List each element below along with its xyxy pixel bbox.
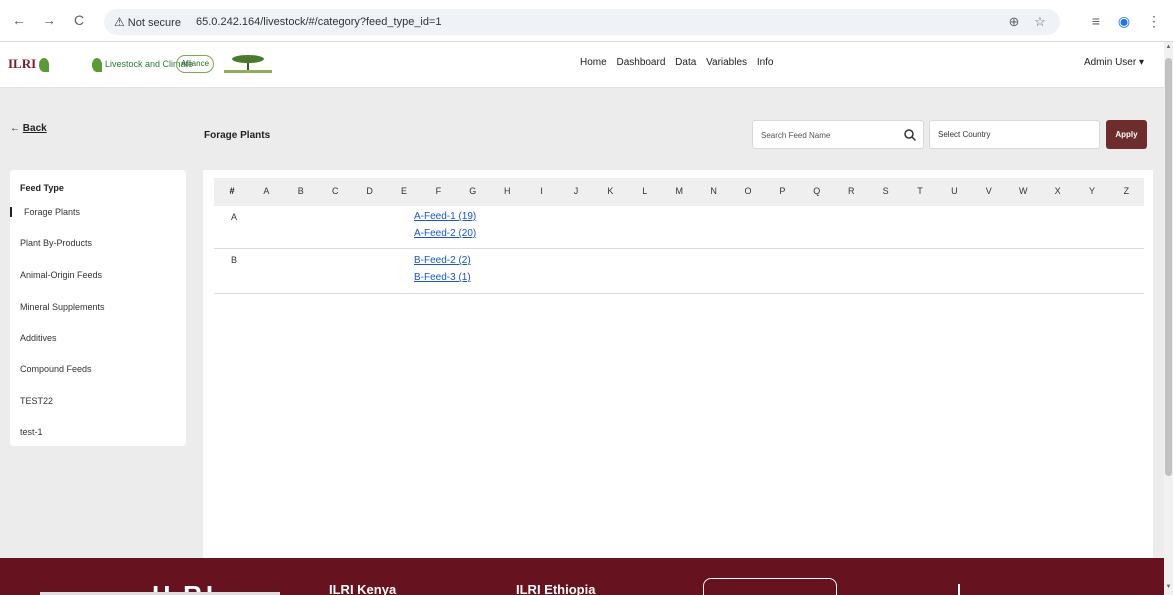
alpha-filter-w[interactable]: W: [1015, 186, 1031, 196]
scroll-down-icon[interactable]: ▼: [1164, 584, 1173, 593]
alpha-filter-k[interactable]: K: [602, 186, 618, 196]
alpha-filter-l[interactable]: L: [637, 186, 653, 196]
search-icon[interactable]: [903, 128, 917, 142]
group-row-a: A A-Feed-1 (19) A-Feed-2 (20): [214, 206, 1144, 249]
country-select[interactable]: Select Country: [929, 120, 1100, 149]
alpha-filter-d[interactable]: D: [362, 186, 378, 196]
alpha-filter-s[interactable]: S: [878, 186, 894, 196]
alpha-filter-t[interactable]: T: [912, 186, 928, 196]
alpha-filter-a[interactable]: A: [258, 186, 274, 196]
group-letter: A: [231, 212, 238, 222]
app-header: ILRI Livestock and Climate Alliance Home…: [0, 42, 1164, 88]
bookmark-star-icon[interactable]: ☆: [1030, 12, 1050, 32]
sidebar-item-plant-by-products[interactable]: Plant By-Products: [20, 238, 92, 248]
group-row-b: B B-Feed-2 (2) B-Feed-3 (1): [214, 249, 1144, 294]
back-arrow-icon[interactable]: ←: [10, 11, 28, 29]
site-footer: ILRI ILRI Kenya ILRI Ethiopia: [0, 558, 1164, 595]
profile-icon[interactable]: ◉: [1114, 11, 1134, 31]
alpha-filter-u[interactable]: U: [946, 186, 962, 196]
warning-icon: ⚠: [114, 15, 125, 29]
sidebar-item-compound-feeds[interactable]: Compound Feeds: [20, 364, 92, 374]
alpha-filter-i[interactable]: I: [534, 186, 550, 196]
user-menu[interactable]: Admin User ▾: [1084, 57, 1144, 68]
alpha-filter-j[interactable]: J: [568, 186, 584, 196]
search-field[interactable]: [752, 120, 924, 149]
feed-type-sidebar: Feed Type Forage Plants Plant By-Product…: [10, 170, 186, 446]
alliance-logo[interactable]: Alliance: [176, 55, 215, 73]
alpha-filter-c[interactable]: C: [327, 186, 343, 196]
page-title: Forage Plants: [204, 130, 271, 141]
alpha-filter-x[interactable]: X: [1050, 186, 1066, 196]
scroll-up-icon[interactable]: ▲: [1164, 44, 1173, 53]
nav-variables[interactable]: Variables: [706, 57, 747, 68]
alphabet-filter-bar: # A B C D E F G H I J K L M N O P Q R S T U V W X Y Z: [214, 178, 1144, 206]
alpha-filter-y[interactable]: Y: [1084, 186, 1100, 196]
sidebar-item-additives[interactable]: Additives: [20, 333, 57, 343]
sidebar-item-mineral-supplements[interactable]: Mineral Supplements: [20, 302, 105, 312]
alpha-filter-all[interactable]: #: [224, 186, 240, 196]
tree-logo-icon: [224, 55, 272, 73]
media-icon[interactable]: ≡: [1086, 11, 1106, 31]
feed-list-panel: # A B C D E F G H I J K L M N O P Q R S T U V W X Y Z A A-Feed-1 (…: [203, 170, 1153, 560]
alpha-filter-z[interactable]: Z: [1118, 186, 1134, 196]
sidebar-heading: Feed Type: [20, 183, 64, 193]
zoom-icon[interactable]: ⊕: [1004, 12, 1024, 32]
search-input[interactable]: [761, 127, 891, 143]
alpha-filter-r[interactable]: R: [843, 186, 859, 196]
back-label: Back: [22, 123, 47, 134]
cgiar-leaf-icon: [39, 58, 50, 73]
alpha-filter-m[interactable]: M: [671, 186, 687, 196]
alpha-filter-o[interactable]: O: [740, 186, 756, 196]
nav-dashboard[interactable]: Dashboard: [616, 57, 665, 68]
nav-home[interactable]: Home: [580, 57, 607, 68]
ilri-logo[interactable]: ILRI: [8, 52, 52, 76]
group-letter: B: [231, 255, 238, 265]
kebab-menu-icon[interactable]: ⋮: [1144, 11, 1164, 31]
sidebar-item-test22[interactable]: TEST22: [20, 396, 53, 406]
alpha-filter-f[interactable]: F: [430, 186, 446, 196]
back-arrow-icon: ←: [10, 123, 20, 134]
alpha-filter-p[interactable]: P: [774, 186, 790, 196]
alpha-filter-g[interactable]: G: [465, 186, 481, 196]
browser-toolbar: ← → C ⚠ Not secure 65.0.242.164/livestock…: [0, 0, 1173, 42]
forward-arrow-icon[interactable]: →: [40, 11, 58, 29]
leaf-icon: [92, 57, 102, 72]
security-chip[interactable]: ⚠ Not secure: [114, 13, 181, 31]
main-nav: Home Dashboard Data Variables Info: [580, 57, 781, 68]
alpha-filter-e[interactable]: E: [396, 186, 412, 196]
nav-data[interactable]: Data: [675, 57, 696, 68]
scrollbar-thumb[interactable]: [1165, 58, 1172, 476]
apply-button[interactable]: Apply: [1106, 120, 1147, 149]
feed-link[interactable]: B-Feed-3 (1): [414, 272, 471, 283]
alpha-filter-n[interactable]: N: [706, 186, 722, 196]
sidebar-item-test-1[interactable]: test-1: [20, 427, 43, 437]
reload-icon[interactable]: C: [70, 11, 88, 29]
footer-button[interactable]: [703, 578, 837, 595]
url-text[interactable]: 65.0.242.164/livestock/#/category?feed_t…: [196, 13, 442, 31]
security-label: Not secure: [127, 17, 181, 29]
alpha-filter-h[interactable]: H: [499, 186, 515, 196]
feed-link[interactable]: A-Feed-1 (19): [414, 211, 476, 222]
nav-info[interactable]: Info: [757, 57, 774, 68]
address-bar[interactable]: ⚠ Not secure 65.0.242.164/livestock/#/cat…: [104, 9, 1060, 35]
feed-link[interactable]: A-Feed-2 (20): [414, 228, 476, 239]
footer-divider: [958, 584, 960, 595]
feed-link[interactable]: B-Feed-2 (2): [414, 255, 471, 266]
footer-ilri-kenya: ILRI Kenya: [329, 582, 397, 595]
ilri-logo-text: ILRI: [8, 56, 37, 71]
alpha-filter-b[interactable]: B: [293, 186, 309, 196]
sidebar-item-animal-origin-feeds[interactable]: Animal-Origin Feeds: [20, 270, 102, 280]
sidebar-item-forage-plants[interactable]: Forage Plants: [10, 207, 80, 217]
alpha-filter-v[interactable]: V: [981, 186, 997, 196]
back-link[interactable]: ← Back: [10, 123, 47, 134]
alpha-filter-q[interactable]: Q: [809, 186, 825, 196]
footer-ilri-ethiopia: ILRI Ethiopia: [516, 582, 596, 595]
